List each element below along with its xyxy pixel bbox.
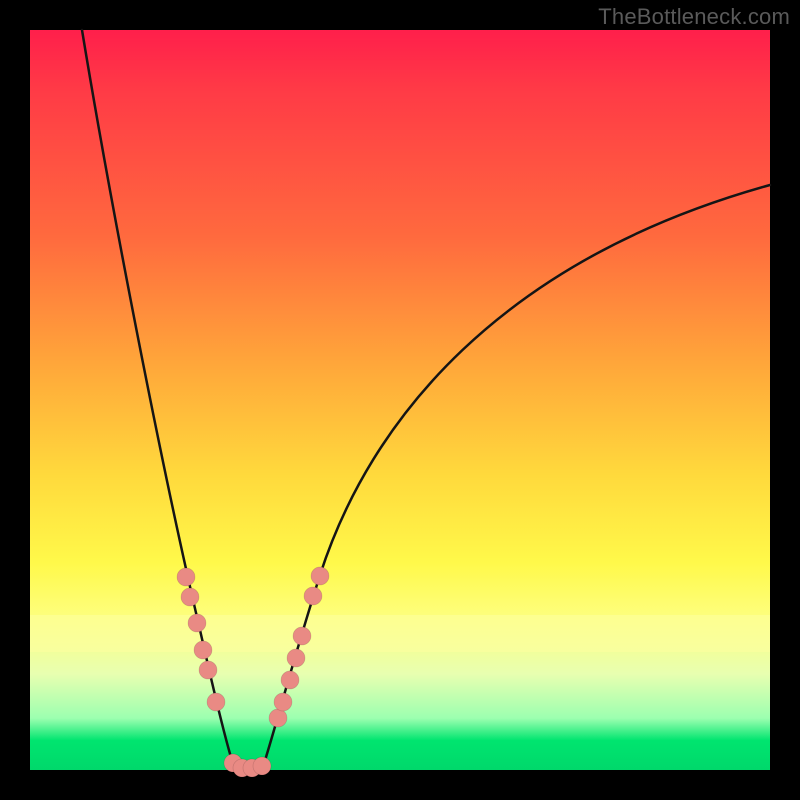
data-point [253,757,271,775]
data-point [304,587,322,605]
data-point [188,614,206,632]
curves-svg [30,30,770,770]
right-curve [262,185,770,770]
left-curve [82,30,235,770]
data-point [293,627,311,645]
chart-stage: TheBottleneck.com [0,0,800,800]
data-point [281,671,299,689]
data-point [181,588,199,606]
data-point [274,693,292,711]
gradient-panel [30,30,770,770]
data-point [207,693,225,711]
data-point [194,641,212,659]
data-point [311,567,329,585]
data-point [177,568,195,586]
data-point [269,709,287,727]
dots-floor [224,754,271,777]
data-point [199,661,217,679]
data-point [287,649,305,667]
watermark-text: TheBottleneck.com [598,4,790,30]
